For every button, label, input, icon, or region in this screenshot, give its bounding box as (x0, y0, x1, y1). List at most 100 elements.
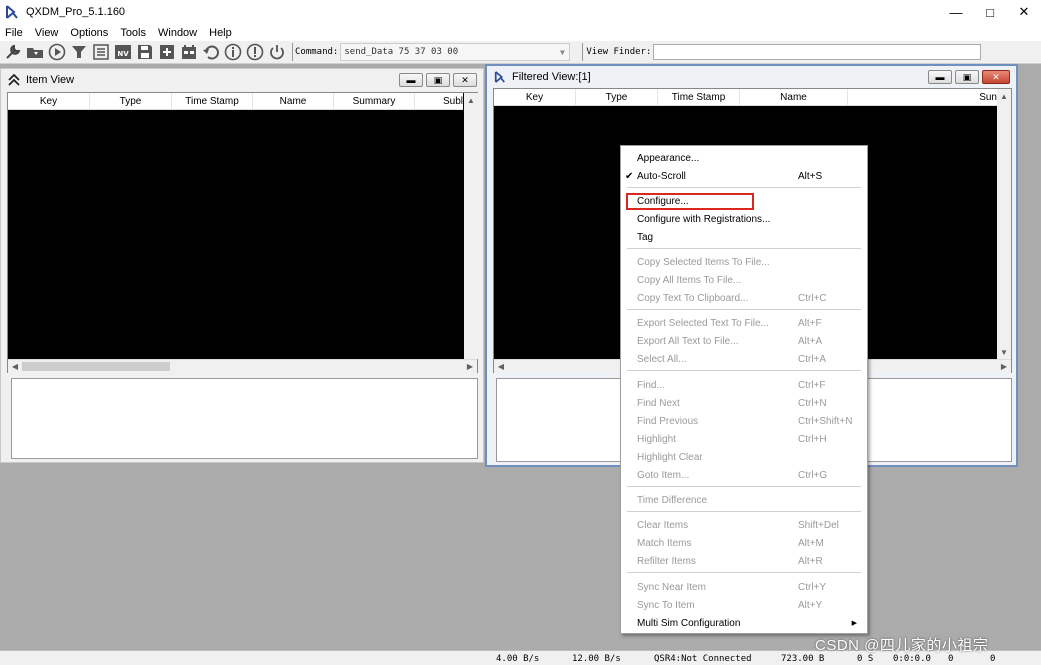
annotation-highlight-box (626, 193, 754, 210)
filtered-view-list-header: Key Type Time Stamp Name Sun (494, 89, 997, 106)
menu-item-tag[interactable]: Tag (621, 228, 867, 246)
item-view-hscroll-thumb[interactable] (22, 362, 170, 371)
filtered-view-title: Filtered View:[1] (512, 71, 591, 83)
menu-item-auto-scroll[interactable]: ✔ Auto-Scroll Alt+S (621, 167, 867, 185)
menu-help[interactable]: Help (203, 27, 238, 39)
command-combobox[interactable]: send_Data 75 37 03 00 ▼ (340, 43, 571, 61)
column-header-type[interactable]: Type (90, 93, 172, 109)
menu-options[interactable]: Options (64, 27, 114, 39)
power-icon[interactable] (266, 42, 288, 62)
calendar-icon[interactable] (178, 42, 200, 62)
column-header-name[interactable]: Name (740, 89, 848, 105)
filtered-view-close-button[interactable]: ✕ (982, 70, 1010, 84)
open-folder-icon[interactable] (24, 42, 46, 62)
info-icon[interactable] (222, 42, 244, 62)
item-view-window: Item View ▬ ▣ ✕ Key Type Time Stamp Name… (0, 68, 484, 463)
item-view-vscroll[interactable]: ▲ (464, 93, 478, 359)
menu-separator (627, 309, 861, 310)
menu-item-sync-to-item[interactable]: Sync To Item Alt+Y (621, 596, 867, 614)
menu-item-configure-with-registrations[interactable]: Configure with Registrations... (621, 210, 867, 228)
save-icon[interactable] (134, 42, 156, 62)
scroll-left-icon[interactable]: ◀ (494, 360, 508, 373)
menu-item-sync-near-item[interactable]: Sync Near Item Ctrl+Y (621, 578, 867, 596)
scroll-down-icon[interactable]: ▼ (997, 345, 1011, 359)
column-header-time-stamp[interactable]: Time Stamp (172, 93, 253, 109)
item-view-restore-button[interactable]: ▣ (426, 73, 450, 87)
list-icon[interactable] (90, 42, 112, 62)
status-count-b: 0 (990, 653, 996, 664)
menu-window[interactable]: Window (152, 27, 203, 39)
info-alt-icon[interactable] (244, 42, 266, 62)
item-view-titlebar[interactable]: Item View ▬ ▣ ✕ (1, 69, 483, 91)
column-header-key[interactable]: Key (494, 89, 576, 105)
menu-item-export-all-text[interactable]: Export All Text to File... Alt+A (621, 332, 867, 350)
toolbar: NV Command: send_Data 75 37 03 00 ▼ View… (0, 41, 1041, 64)
scroll-right-icon[interactable]: ▶ (463, 360, 477, 373)
menu-item-find-previous[interactable]: Find Previous Ctrl+Shift+N (621, 412, 867, 430)
menu-item-time-difference[interactable]: Time Difference (621, 491, 867, 509)
window-title: QXDM_Pro_5.1.160 (26, 6, 126, 18)
menu-item-match-items[interactable]: Match Items Alt+M (621, 534, 867, 552)
column-header-name[interactable]: Name (253, 93, 334, 109)
column-header-type[interactable]: Type (576, 89, 658, 105)
menu-item-highlight[interactable]: Highlight Ctrl+H (621, 430, 867, 448)
menu-item-appearance[interactable]: Appearance... (621, 149, 867, 167)
column-header-key[interactable]: Key (8, 93, 90, 109)
filtered-view-vscroll[interactable]: ▲ ▼ (997, 89, 1011, 359)
scroll-up-icon[interactable]: ▲ (464, 93, 478, 107)
column-header-subl[interactable]: Subl (415, 93, 463, 109)
menu-tools[interactable]: Tools (114, 27, 152, 39)
menu-view[interactable]: View (29, 27, 65, 39)
menu-item-copy-text-to-clipboard[interactable]: Copy Text To Clipboard... Ctrl+C (621, 289, 867, 307)
nv-icon[interactable]: NV (112, 42, 134, 62)
item-view-close-button[interactable]: ✕ (453, 73, 477, 87)
filtered-view-titlebar[interactable]: Filtered View:[1] ▬ ▣ ✕ (487, 66, 1016, 88)
menu-item-refilter-items[interactable]: Refilter Items Alt+R (621, 552, 867, 570)
menu-item-multi-sim-configuration[interactable]: Multi Sim Configuration ▶ (621, 614, 867, 632)
chevron-down-icon[interactable]: ▼ (555, 44, 569, 60)
close-button[interactable]: ✕ (1007, 0, 1041, 24)
filtered-view-minimize-button[interactable]: ▬ (928, 70, 952, 84)
menu-item-copy-all-items[interactable]: Copy All Items To File... (621, 271, 867, 289)
add-icon[interactable] (156, 42, 178, 62)
qxdm-app-icon (4, 4, 20, 20)
menu-file[interactable]: File (0, 27, 29, 39)
item-view-list[interactable]: Key Type Time Stamp Name Summary Subl ▲ … (7, 92, 478, 373)
item-view-hscroll[interactable]: ◀ ▶ (8, 359, 477, 373)
context-menu: Appearance... ✔ Auto-Scroll Alt+S Configur… (620, 145, 868, 634)
menu-item-goto-item[interactable]: Goto Item... Ctrl+G (621, 466, 867, 484)
column-header-sun[interactable]: Sun (848, 89, 997, 105)
menu-separator (627, 248, 861, 249)
menu-item-find[interactable]: Find... Ctrl+F (621, 376, 867, 394)
menu-item-copy-selected-items[interactable]: Copy Selected Items To File... (621, 253, 867, 271)
view-finder-label: View Finder: (582, 43, 651, 61)
column-header-time-stamp[interactable]: Time Stamp (658, 89, 740, 105)
qxdm-app-icon (493, 70, 507, 84)
command-value: send_Data 75 37 03 00 (344, 47, 459, 57)
menu-item-export-selected-text[interactable]: Export Selected Text To File... Alt+F (621, 314, 867, 332)
submenu-arrow-icon: ▶ (851, 620, 857, 627)
maximize-button[interactable]: □ (973, 0, 1007, 24)
scroll-up-icon[interactable]: ▲ (997, 89, 1011, 103)
menu-item-clear-items[interactable]: Clear Items Shift+Del (621, 516, 867, 534)
menu-item-select-all[interactable]: Select All... Ctrl+A (621, 350, 867, 368)
item-view-detail-pane[interactable] (11, 378, 478, 459)
undo-icon[interactable] (200, 42, 222, 62)
item-view-list-header: Key Type Time Stamp Name Summary Subl (8, 93, 463, 110)
scroll-right-icon[interactable]: ▶ (997, 360, 1011, 373)
menu-item-find-next[interactable]: Find Next Ctrl+N (621, 394, 867, 412)
menu-item-highlight-clear[interactable]: Highlight Clear (621, 448, 867, 466)
tools-icon[interactable] (2, 42, 24, 62)
status-tx-rate: 12.00 B/s (572, 653, 621, 664)
view-finder-input[interactable] (653, 44, 982, 60)
item-view-minimize-button[interactable]: ▬ (399, 73, 423, 87)
play-icon[interactable] (46, 42, 68, 62)
column-header-summary[interactable]: Summary (334, 93, 415, 109)
filtered-view-restore-button[interactable]: ▣ (955, 70, 979, 84)
nv-icon-text: NV (117, 50, 129, 58)
scroll-left-icon[interactable]: ◀ (8, 360, 22, 373)
item-view-controls: ▬ ▣ ✕ (399, 73, 477, 87)
filter-icon[interactable] (68, 42, 90, 62)
minimize-button[interactable]: — (939, 0, 973, 24)
menu-separator (627, 187, 861, 188)
